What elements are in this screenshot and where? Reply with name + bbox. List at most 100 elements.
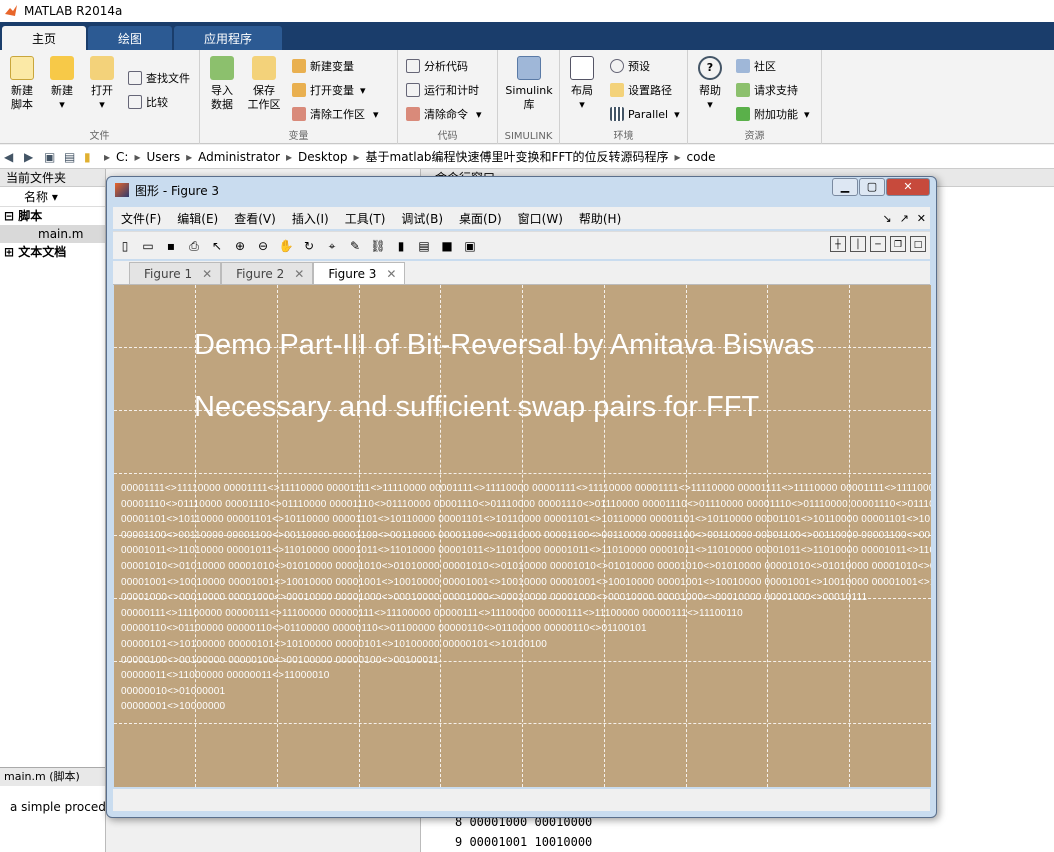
brush-icon[interactable]: ✎ <box>347 238 363 254</box>
top-bottom-icon[interactable]: ─ <box>870 236 886 252</box>
new-variable-button[interactable]: 新建变量 <box>292 56 354 76</box>
folder-scripts[interactable]: ⊟ 脚本 <box>0 207 105 225</box>
add-ons-button[interactable]: 附加功能 ▾ <box>736 104 810 124</box>
group-label: 变量 <box>288 131 309 142</box>
close-icon[interactable]: ✕ <box>202 267 212 281</box>
close-icon[interactable]: ✕ <box>386 267 396 281</box>
tile-icon[interactable]: ┼ <box>830 236 846 252</box>
swap-line: 00001110<>01110000 00001110<>01110000 00… <box>121 499 931 510</box>
swap-line: 00000011<>11000000 00000011<>11000010 <box>121 670 330 681</box>
tab-plots[interactable]: 绘图 <box>88 26 173 50</box>
layout-controls: ┼ │ ─ ❐ □ <box>826 236 926 252</box>
menu-desktop[interactable]: 桌面(D) <box>459 210 502 227</box>
left-right-icon[interactable]: │ <box>850 236 866 252</box>
data-cursor-icon[interactable]: ⌖ <box>324 238 340 254</box>
undock-icon[interactable]: ↗ <box>900 212 909 225</box>
forward-arrow-icon[interactable]: ▶ <box>24 150 38 164</box>
open-variable-icon <box>292 83 306 97</box>
save-icon[interactable]: ▪ <box>163 238 179 254</box>
legend-icon[interactable]: ▤ <box>416 238 432 254</box>
tab-figure-1[interactable]: Figure 1 ✕ <box>129 262 222 284</box>
minimize-button[interactable]: ▁ <box>832 178 858 196</box>
compare-icon <box>128 95 142 109</box>
menu-tools[interactable]: 工具(T) <box>345 210 386 227</box>
save-workspace-button[interactable]: 保存 工作区 <box>244 54 284 112</box>
tab-figure-3[interactable]: Figure 3 ✕ <box>313 262 406 284</box>
zoom-out-icon[interactable]: ⊖ <box>255 238 271 254</box>
pan-hand-icon[interactable]: ✋ <box>278 238 294 254</box>
simulink-icon <box>517 56 541 80</box>
colorbar-icon[interactable]: ▮ <box>393 238 409 254</box>
back-arrow-icon[interactable]: ◀ <box>4 150 18 164</box>
breadcrumb-item[interactable]: C: <box>116 150 128 164</box>
zoom-in-icon[interactable]: ⊕ <box>232 238 248 254</box>
up-folder-icon[interactable]: ▣ <box>44 150 58 164</box>
clear-workspace-button[interactable]: 清除工作区 ▾ <box>292 104 379 124</box>
breadcrumb-item[interactable]: Users <box>146 150 180 164</box>
simulink-library-button[interactable]: Simulink 库 <box>502 54 556 112</box>
menu-edit[interactable]: 编辑(E) <box>177 210 218 227</box>
analyze-code-button[interactable]: 分析代码 <box>406 56 468 76</box>
open-variable-button[interactable]: 打开变量 ▾ <box>292 80 366 100</box>
find-files-button[interactable]: 查找文件 <box>128 68 190 88</box>
tab-apps[interactable]: 应用程序 <box>174 26 283 50</box>
chevron-down-icon: ▾ <box>804 107 810 121</box>
new-figure-icon[interactable]: ▯ <box>117 238 133 254</box>
clear-commands-button[interactable]: 清除命令 ▾ <box>406 104 482 124</box>
rotate-3d-icon[interactable]: ↻ <box>301 238 317 254</box>
chevron-right-icon: ▸ <box>104 149 111 164</box>
breadcrumb-item[interactable]: Administrator <box>198 150 280 164</box>
close-button[interactable]: ✕ <box>886 178 930 196</box>
folder-text-docs[interactable]: ⊞ 文本文档 <box>0 243 105 261</box>
menu-window[interactable]: 窗口(W) <box>518 210 563 227</box>
browse-folder-icon[interactable]: ▤ <box>64 150 78 164</box>
menu-debug[interactable]: 调试(B) <box>401 210 443 227</box>
breadcrumb-item[interactable]: 基于matlab编程快速傅里叶变换和FFT的位反转源码程序 <box>366 148 669 165</box>
request-support-button[interactable]: 请求支持 <box>736 80 798 100</box>
help-button[interactable]: ? 帮助 ▾ <box>690 54 730 112</box>
name-column-header[interactable]: 名称 ▾ <box>0 187 105 207</box>
preferences-button[interactable]: 预设 <box>610 56 650 76</box>
import-data-button[interactable]: 导入 数据 <box>202 54 242 112</box>
new-button[interactable]: 新建 ▾ <box>42 54 82 112</box>
chevron-right-icon: ▸ <box>674 149 681 164</box>
set-path-button[interactable]: 设置路径 <box>610 80 672 100</box>
maximize-button[interactable]: ▢ <box>859 178 885 196</box>
hide-tools-icon[interactable]: ■ <box>439 238 455 254</box>
menu-view[interactable]: 查看(V) <box>234 210 276 227</box>
open-file-icon[interactable]: ▭ <box>140 238 156 254</box>
group-variable: 导入 数据 保存 工作区 新建变量 打开变量 ▾ 清除工作区 ▾ 变量 <box>200 50 398 144</box>
community-button[interactable]: 社区 <box>736 56 776 76</box>
group-simulink: Simulink 库 SIMULINK <box>498 50 560 144</box>
show-tools-icon[interactable]: ▣ <box>462 238 478 254</box>
float-icon[interactable]: ❐ <box>890 236 906 252</box>
swap-line: 00000111<>11100000 00000111<>11100000 00… <box>121 608 743 619</box>
compare-button[interactable]: 比较 <box>128 92 168 112</box>
menu-help[interactable]: 帮助(H) <box>579 210 621 227</box>
parallel-button[interactable]: Parallel ▾ <box>610 104 680 124</box>
breadcrumb-item[interactable]: Desktop <box>298 150 348 164</box>
run-and-time-button[interactable]: 运行和计时 <box>406 80 479 100</box>
parallel-icon <box>610 107 624 121</box>
chevron-down-icon: ▾ <box>360 83 366 97</box>
menu-insert[interactable]: 插入(I) <box>292 210 329 227</box>
arrow-icon[interactable]: ↘ <box>882 212 891 225</box>
menu-file[interactable]: 文件(F) <box>121 210 161 227</box>
select-arrow-icon[interactable]: ↖ <box>209 238 225 254</box>
group-code: 分析代码 运行和计时 清除命令 ▾ 代码 <box>398 50 498 144</box>
close-icon[interactable]: ✕ <box>294 267 304 281</box>
figure-titlebar[interactable]: 图形 - Figure 3 ▁ ▢ ✕ <box>107 177 936 203</box>
breadcrumb-item[interactable]: code <box>687 150 716 164</box>
link-icon[interactable]: ⛓ <box>370 238 386 254</box>
maximize-icon[interactable]: □ <box>910 236 926 252</box>
chevron-right-icon: ▸ <box>186 149 193 164</box>
print-icon[interactable]: ⎙ <box>186 238 202 254</box>
new-script-button[interactable]: 新建 脚本 <box>2 54 42 112</box>
layout-button[interactable]: 布局 ▾ <box>562 54 602 112</box>
figure-axes[interactable]: Demo Part-III of Bit-Reversal by Amitava… <box>114 285 931 787</box>
close-icon[interactable]: ✕ <box>917 212 926 225</box>
open-button[interactable]: 打开 ▾ <box>82 54 122 112</box>
tab-figure-2[interactable]: Figure 2 ✕ <box>221 262 314 284</box>
tab-home[interactable]: 主页 <box>2 26 87 50</box>
file-main-m[interactable]: main.m <box>0 225 105 243</box>
